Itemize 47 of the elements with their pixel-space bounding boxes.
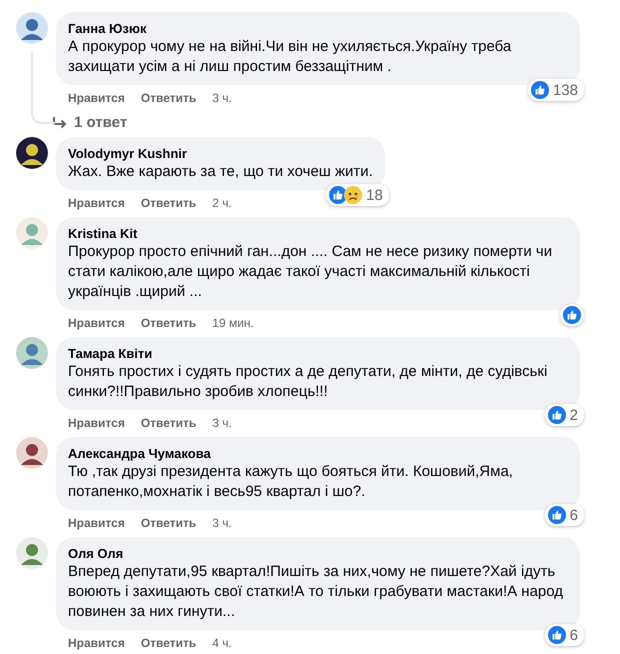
comment-text: Тю ,так друзі президента кажуть що бояться йти. Кошовий,Яма, потапенко,мохнатік і весь95 квартал і шо?. — [68, 462, 514, 502]
reply-link[interactable]: Ответить — [140, 315, 196, 331]
like-icon — [563, 306, 581, 324]
like-link[interactable]: Нравится — [68, 195, 125, 211]
reply-arrow-icon — [52, 116, 68, 130]
author-name[interactable]: Оля Оля — [68, 545, 568, 562]
comment-time[interactable]: 3 ч. — [212, 515, 232, 531]
comment-time[interactable]: 3 ч. — [212, 90, 232, 106]
comment-text: Вперед депутати,95 квартал!Пишіть за них,чому не пишете?Хай ідуть воюють і захищають свої статки!А то тільки грабувати мастаки!А народ повинен за них гинути... — [68, 562, 564, 622]
replies-link[interactable]: 1 ответ — [74, 114, 128, 131]
author-name[interactable]: Volodymyr Kushnir — [68, 145, 373, 162]
author-name[interactable]: Александра Чумакова — [68, 445, 568, 462]
author-name[interactable]: Ганна Юзюк — [68, 20, 568, 37]
avatar[interactable] — [16, 437, 48, 469]
like-icon — [548, 626, 566, 644]
reply-link[interactable]: Ответить — [140, 195, 196, 211]
comment-text: Прокурор просто епічний ган...дон .... Сам не несе ризику померти чи стати калікою,але щиро жадає такої участі максимальній кількості українців .щирий ... — [68, 242, 554, 302]
like-link[interactable]: Нравится — [68, 415, 125, 431]
like-icon — [548, 406, 566, 424]
like-link[interactable]: Нравится — [68, 90, 125, 106]
reaction-badge[interactable] — [560, 304, 584, 326]
reply-link[interactable]: Ответить — [140, 415, 196, 431]
reaction-badge[interactable]: 6 — [544, 504, 584, 526]
comment-text: Гонять простих і судять простих а де депутати, де мінти, де судівські синки?!!Правильно зробив хлопець!!! — [68, 362, 548, 402]
avatar[interactable] — [16, 137, 48, 169]
like-icon — [530, 81, 549, 99]
author-name[interactable]: Kristina Kit — [68, 225, 568, 242]
reply-link[interactable]: Ответить — [140, 515, 196, 531]
comment-text: А прокурор чому не на війні.Чи він не ухиляється.Україну треба захищати усім а ні лиш простим беззащітним . — [68, 37, 512, 77]
comment-time[interactable]: 19 мин. — [212, 315, 254, 331]
reaction-badge[interactable]: 2 — [544, 404, 584, 426]
reaction-badge[interactable]: 6 — [544, 624, 584, 646]
comment-time[interactable]: 4 ч. — [212, 635, 232, 651]
like-link[interactable]: Нравится — [68, 315, 125, 331]
like-link[interactable]: Нравится — [68, 635, 125, 651]
reaction-badge[interactable]: 18 — [326, 184, 389, 206]
like-link[interactable]: Нравится — [68, 515, 125, 531]
comment-time[interactable]: 3 ч. — [212, 415, 232, 431]
sad-emoji-icon — [344, 186, 362, 204]
reply-link[interactable]: Ответить — [140, 90, 196, 106]
like-icon — [548, 506, 566, 524]
comment-time[interactable]: 2 ч. — [212, 195, 232, 211]
comment-text: Жах. Вже карають за те, що ти хочеш жити. — [68, 162, 373, 182]
thread-line — [31, 52, 55, 124]
reaction-badge[interactable]: 138 — [528, 79, 584, 101]
reply-link[interactable]: Ответить — [140, 635, 196, 651]
author-name[interactable]: Тамара Квіти — [68, 345, 568, 362]
